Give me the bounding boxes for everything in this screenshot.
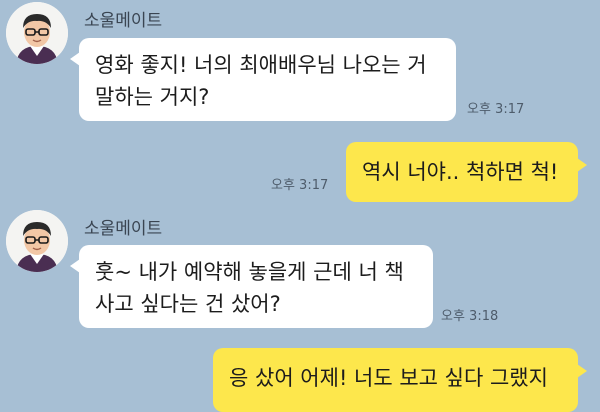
message-timestamp: 오후 3:17 [467,102,525,117]
message-timestamp: 오후 3:18 [441,309,499,324]
message-line: 역시 너야.. 척하면 척! [362,160,559,184]
sender-name: 소울메이트 [84,11,163,31]
message-timestamp: 오후 3:17 [271,178,329,193]
avatar[interactable] [6,210,68,272]
child-with-glasses-avatar-icon [6,210,68,272]
incoming-message-bubble[interactable]: 영화 좋지! 너의 최애배우님 나오는 거 말하는 거지? [70,38,456,121]
incoming-message-bubble[interactable]: 훗~ 내가 예약해 놓을게 근데 너 책 사고 싶다는 건 샀어? [70,245,433,328]
avatar[interactable] [6,2,68,64]
message-line: 말하는 거지? [95,85,210,109]
child-with-glasses-avatar-icon [6,2,68,64]
outgoing-message-bubble[interactable]: 역시 너야.. 척하면 척! [346,142,587,202]
message-line: 응 샀어 어제! 너도 보고 싶다 그랬지 [229,366,548,390]
sender-name: 소울메이트 [84,219,163,239]
message-line: 훗~ 내가 예약해 놓을게 근데 너 책 [95,260,404,284]
message-line: 영화 좋지! 너의 최애배우님 나오는 거 [95,53,427,77]
message-line: 사고 싶다는 건 샀어? [95,292,281,316]
outgoing-message-bubble[interactable]: 응 샀어 어제! 너도 보고 싶다 그랬지 [213,348,587,412]
